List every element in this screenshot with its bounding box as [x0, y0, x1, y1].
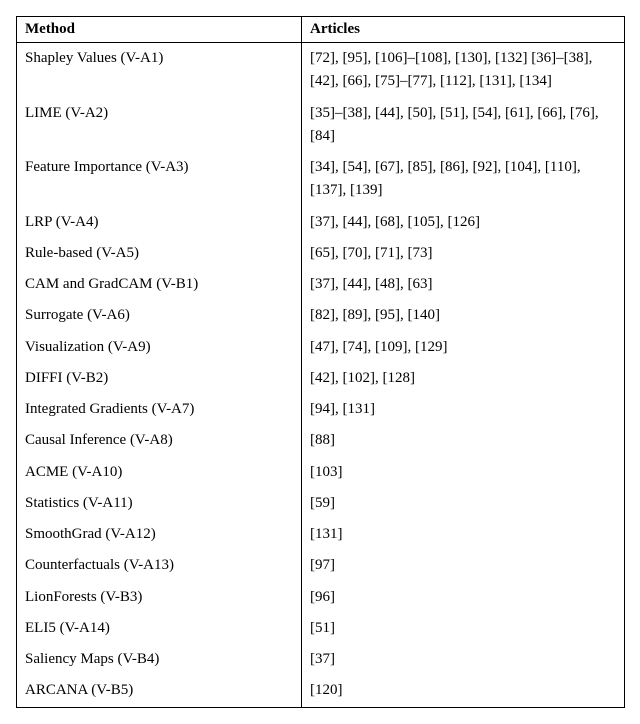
articles-cell: [72], [95], [106]–[108], [130], [132] [3… [302, 43, 625, 98]
articles-cell: [47], [74], [109], [129] [302, 332, 625, 363]
table-row: LionForests (V-B3)[96] [17, 582, 625, 613]
articles-cell: [96] [302, 582, 625, 613]
table-row: Shapley Values (V-A1) [72], [95], [106]–… [17, 43, 625, 98]
method-cell: Rule-based (V-A5) [17, 238, 302, 269]
articles-cell: [88] [302, 425, 625, 456]
articles-cell: [82], [89], [95], [140] [302, 300, 625, 331]
table-row: DIFFI (V-B2) [42], [102], [128] [17, 363, 625, 394]
method-cell: Causal Inference (V-A8) [17, 425, 302, 456]
method-cell: SmoothGrad (V-A12) [17, 519, 302, 550]
method-cell: Counterfactuals (V-A13) [17, 550, 302, 581]
method-cell: Integrated Gradients (V-A7) [17, 394, 302, 425]
table-row: LIME (V-A2) [35]–[38], [44], [50], [51],… [17, 98, 625, 153]
header-articles: Articles [302, 17, 625, 43]
articles-cell: [59] [302, 488, 625, 519]
articles-cell: [35]–[38], [44], [50], [51], [54], [61],… [302, 98, 625, 153]
articles-cell: [34], [54], [67], [85], [86], [92], [104… [302, 152, 625, 207]
table-row: Statistics (V-A11)[59] [17, 488, 625, 519]
methods-table: Method Articles Shapley Values (V-A1) [7… [16, 16, 625, 708]
articles-cell: [120] [302, 675, 625, 707]
method-cell: Shapley Values (V-A1) [17, 43, 302, 98]
table-row: Rule-based (V-A5)[65], [70], [71], [73] [17, 238, 625, 269]
table-row: Causal Inference (V-A8)[88] [17, 425, 625, 456]
table-row: Saliency Maps (V-B4)[37] [17, 644, 625, 675]
table-row: ACME (V-A10)[103] [17, 457, 625, 488]
table-row: Surrogate (V-A6) [82], [89], [95], [140] [17, 300, 625, 331]
method-cell: Statistics (V-A11) [17, 488, 302, 519]
method-cell: LIME (V-A2) [17, 98, 302, 153]
method-cell: Visualization (V-A9) [17, 332, 302, 363]
articles-cell: [51] [302, 613, 625, 644]
method-cell: ARCANA (V-B5) [17, 675, 302, 707]
articles-cell: [131] [302, 519, 625, 550]
articles-cell: [65], [70], [71], [73] [302, 238, 625, 269]
method-cell: DIFFI (V-B2) [17, 363, 302, 394]
articles-cell: [37], [44], [48], [63] [302, 269, 625, 300]
method-cell: LRP (V-A4) [17, 207, 302, 238]
table-header-row: Method Articles [17, 17, 625, 43]
table-row: Integrated Gradients (V-A7) [94], [131] [17, 394, 625, 425]
method-cell: Saliency Maps (V-B4) [17, 644, 302, 675]
method-cell: LionForests (V-B3) [17, 582, 302, 613]
method-cell: CAM and GradCAM (V-B1) [17, 269, 302, 300]
table-row: ARCANA (V-B5)[120] [17, 675, 625, 707]
articles-cell: [42], [102], [128] [302, 363, 625, 394]
articles-cell: [97] [302, 550, 625, 581]
table-row: Visualization (V-A9) [47], [74], [109], … [17, 332, 625, 363]
articles-cell: [94], [131] [302, 394, 625, 425]
articles-cell: [37], [44], [68], [105], [126] [302, 207, 625, 238]
method-cell: Surrogate (V-A6) [17, 300, 302, 331]
method-cell: ACME (V-A10) [17, 457, 302, 488]
articles-cell: [37] [302, 644, 625, 675]
table-row: Counterfactuals (V-A13)[97] [17, 550, 625, 581]
table-row: ELI5 (V-A14)[51] [17, 613, 625, 644]
table-row: LRP (V-A4) [37], [44], [68], [105], [126… [17, 207, 625, 238]
method-cell: ELI5 (V-A14) [17, 613, 302, 644]
articles-cell: [103] [302, 457, 625, 488]
table-row: CAM and GradCAM (V-B1) [37], [44], [48],… [17, 269, 625, 300]
method-cell: Feature Importance (V-A3) [17, 152, 302, 207]
table-row: SmoothGrad (V-A12)[131] [17, 519, 625, 550]
table-row: Feature Importance (V-A3) [34], [54], [6… [17, 152, 625, 207]
header-method: Method [17, 17, 302, 43]
